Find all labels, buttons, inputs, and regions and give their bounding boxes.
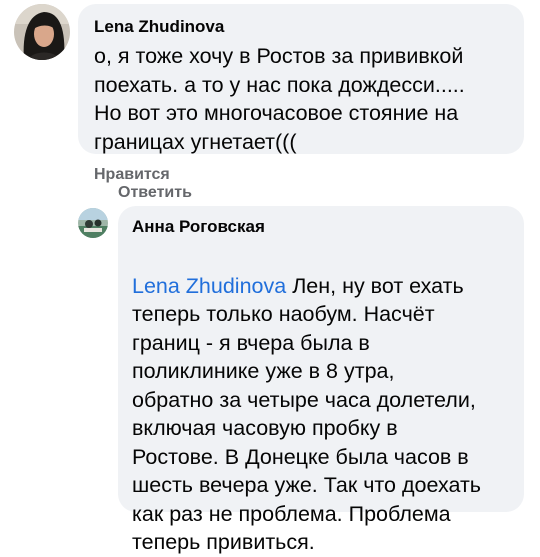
comment-bubble: Lena Zhudinova о, я тоже хочу в Ростов з… [78,4,524,154]
avatar[interactable] [78,208,108,238]
like-button[interactable]: Нравится [94,166,170,183]
comment-actions: Нравится Ответить [94,166,192,202]
comment-text: о, я тоже хочу в Ростов за прививкой пое… [94,44,465,154]
mention-link[interactable]: Lena Zhudinova [132,274,286,298]
comment-bubble: Анна Роговская Lena Zhudinova Лен, ну во… [118,206,524,554]
comment-author[interactable]: Lena Zhudinova [94,16,510,38]
user-avatar-photo-icon [78,208,108,238]
comment-text-first-line: Лен, ну вот ехать [286,273,464,298]
user-avatar-photo-icon [14,4,70,60]
comment-author[interactable]: Анна Роговская [132,216,510,238]
avatar[interactable] [14,4,70,60]
reply-button[interactable]: Ответить [118,184,192,201]
comment-text-rest: теперь только наобум. Насчёт границ - я … [132,302,481,554]
comment-text: Lena Zhudinova Лен, ну вот ехать теперь т… [132,243,510,557]
